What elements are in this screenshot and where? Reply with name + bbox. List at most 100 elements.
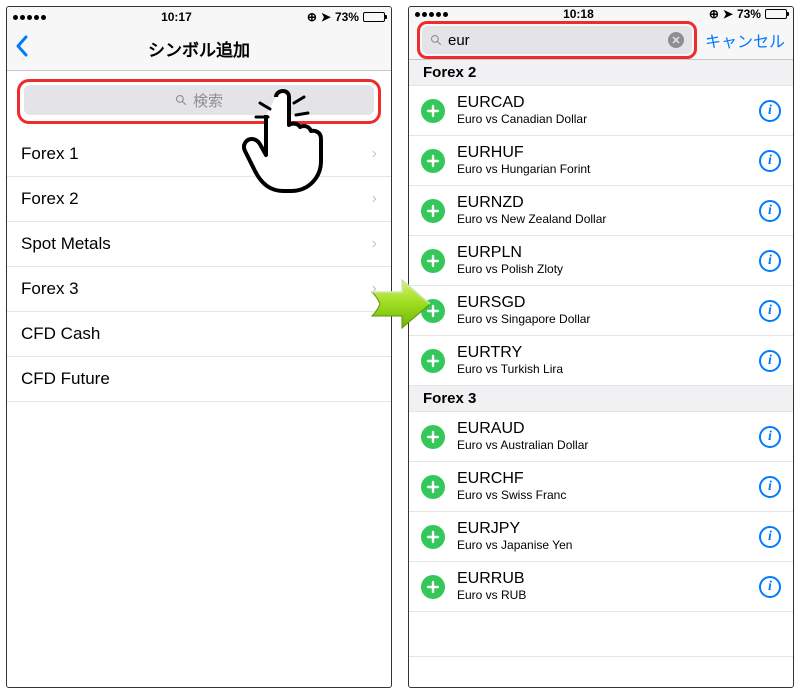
- symbol-description: Euro vs Swiss Franc: [457, 489, 747, 503]
- symbol-row[interactable]: EURNZDEuro vs New Zealand Dollar i: [409, 186, 793, 236]
- category-row[interactable]: CFD Future: [7, 357, 391, 402]
- status-bar: 10:17 ⊕ ➤ 73%: [7, 7, 391, 27]
- category-row[interactable]: Spot Metals ›: [7, 222, 391, 267]
- signal-dots-icon: [13, 15, 46, 20]
- category-row[interactable]: Forex 1›: [7, 132, 391, 177]
- clear-search-button[interactable]: ✕: [668, 32, 684, 48]
- symbol-text: EURAUDEuro vs Australian Dollar: [457, 420, 747, 452]
- symbol-code: EURRUB: [457, 570, 747, 588]
- category-label: Forex 3: [21, 279, 79, 299]
- category-label: CFD Future: [21, 369, 110, 389]
- back-button[interactable]: [15, 35, 28, 63]
- symbol-row[interactable]: EURPLNEuro vs Polish Zloty i: [409, 236, 793, 286]
- add-symbol-button[interactable]: [421, 575, 445, 599]
- add-symbol-button[interactable]: [421, 475, 445, 499]
- symbol-description: Euro vs New Zealand Dollar: [457, 213, 747, 227]
- phone-left: 10:17 ⊕ ➤ 73% シンボル追加 検索 Forex 1›Forex 2›…: [6, 6, 392, 688]
- pointer-hand-annotation: [232, 87, 332, 202]
- symbol-description: Euro vs Singapore Dollar: [457, 313, 747, 327]
- status-bar: 10:18 ⊕ ➤ 73%: [409, 7, 793, 21]
- add-symbol-button[interactable]: [421, 249, 445, 273]
- symbol-code: EURJPY: [457, 520, 747, 538]
- symbol-text: EURHUFEuro vs Hungarian Forint: [457, 144, 747, 176]
- category-row[interactable]: Forex 2 ›: [7, 177, 391, 222]
- status-time: 10:17: [161, 10, 192, 24]
- symbol-code: EURCHF: [457, 470, 747, 488]
- info-button[interactable]: i: [759, 576, 781, 598]
- category-list: Forex 1› Forex 2 › Spot Metals › Forex 3› CFD …: [7, 132, 391, 402]
- symbol-row[interactable]: EURCHFEuro vs Swiss Franc i: [409, 462, 793, 512]
- search-icon: [430, 34, 442, 46]
- battery-icon: [765, 9, 787, 19]
- symbol-description: Euro vs Australian Dollar: [457, 439, 747, 453]
- symbol-row[interactable]: EURTRYEuro vs Turkish Lira i: [409, 336, 793, 386]
- symbol-text: EURNZDEuro vs New Zealand Dollar: [457, 194, 747, 226]
- battery-icon: [363, 12, 385, 22]
- alarm-icon: ⊕: [307, 10, 317, 24]
- symbol-code: EURAUD: [457, 420, 747, 438]
- symbol-row[interactable]: EURRUBEuro vs RUB i: [409, 562, 793, 612]
- search-input[interactable]: eur ✕: [422, 26, 692, 54]
- search-bar: eur ✕ キャンセル: [409, 21, 793, 60]
- search-placeholder: 検索: [193, 90, 223, 111]
- section-header: Forex 3: [409, 386, 793, 412]
- symbol-row[interactable]: EURCADEuro vs Canadian Dollar i: [409, 86, 793, 136]
- symbol-text: EURCADEuro vs Canadian Dollar: [457, 94, 747, 126]
- chevron-right-icon: ›: [372, 235, 377, 253]
- category-label: Forex 1: [21, 144, 79, 164]
- category-row[interactable]: CFD Cash: [7, 312, 391, 357]
- info-button[interactable]: i: [759, 350, 781, 372]
- section-header: Forex 2: [409, 60, 793, 86]
- empty-row: [409, 612, 793, 657]
- symbol-description: Euro vs Turkish Lira: [457, 363, 747, 377]
- symbol-text: EURRUBEuro vs RUB: [457, 570, 747, 602]
- info-button[interactable]: i: [759, 300, 781, 322]
- symbol-row[interactable]: EURSGDEuro vs Singapore Dollar i: [409, 286, 793, 336]
- category-label: CFD Cash: [21, 324, 100, 344]
- nav-bar: シンボル追加: [7, 27, 391, 71]
- add-symbol-button[interactable]: [421, 99, 445, 123]
- location-icon: ➤: [723, 7, 733, 21]
- add-symbol-button[interactable]: [421, 349, 445, 373]
- info-button[interactable]: i: [759, 150, 781, 172]
- cancel-button[interactable]: キャンセル: [705, 28, 785, 52]
- symbol-code: EURTRY: [457, 344, 747, 362]
- location-icon: ➤: [321, 10, 331, 24]
- info-button[interactable]: i: [759, 426, 781, 448]
- signal-dots-icon: [415, 12, 448, 17]
- symbol-text: EURTRYEuro vs Turkish Lira: [457, 344, 747, 376]
- add-symbol-button[interactable]: [421, 525, 445, 549]
- alarm-icon: ⊕: [709, 7, 719, 21]
- info-button[interactable]: i: [759, 476, 781, 498]
- search-query: eur: [448, 32, 662, 49]
- symbol-results-list: Forex 2EURCADEuro vs Canadian DollariEUR…: [409, 60, 793, 688]
- battery-percent: 73%: [335, 10, 359, 24]
- category-label: Forex 2: [21, 189, 79, 209]
- info-button[interactable]: i: [759, 526, 781, 548]
- phone-right: 10:18 ⊕ ➤ 73% eur ✕ キャンセル Forex 2EURCADE…: [408, 6, 794, 688]
- info-button[interactable]: i: [759, 100, 781, 122]
- chevron-right-icon: ›: [372, 190, 377, 208]
- battery-percent: 73%: [737, 7, 761, 21]
- symbol-text: EURJPYEuro vs Japanise Yen: [457, 520, 747, 552]
- add-symbol-button[interactable]: [421, 425, 445, 449]
- symbol-description: Euro vs Japanise Yen: [457, 539, 747, 553]
- symbol-code: EURNZD: [457, 194, 747, 212]
- add-symbol-button[interactable]: [421, 199, 445, 223]
- search-highlight-annotation: eur ✕: [417, 21, 697, 59]
- symbol-text: EURSGDEuro vs Singapore Dollar: [457, 294, 747, 326]
- category-row[interactable]: Forex 3›: [7, 267, 391, 312]
- add-symbol-button[interactable]: [421, 149, 445, 173]
- symbol-description: Euro vs Hungarian Forint: [457, 163, 747, 177]
- symbol-row[interactable]: EURJPYEuro vs Japanise Yen i: [409, 512, 793, 562]
- symbol-code: EURSGD: [457, 294, 747, 312]
- search-icon: [175, 94, 187, 106]
- symbol-code: EURCAD: [457, 94, 747, 112]
- symbol-text: EURCHFEuro vs Swiss Franc: [457, 470, 747, 502]
- symbol-row[interactable]: EURHUFEuro vs Hungarian Forint i: [409, 136, 793, 186]
- info-button[interactable]: i: [759, 250, 781, 272]
- symbol-row[interactable]: EURAUDEuro vs Australian Dollar i: [409, 412, 793, 462]
- category-label: Spot Metals: [21, 234, 111, 254]
- symbol-text: EURPLNEuro vs Polish Zloty: [457, 244, 747, 276]
- info-button[interactable]: i: [759, 200, 781, 222]
